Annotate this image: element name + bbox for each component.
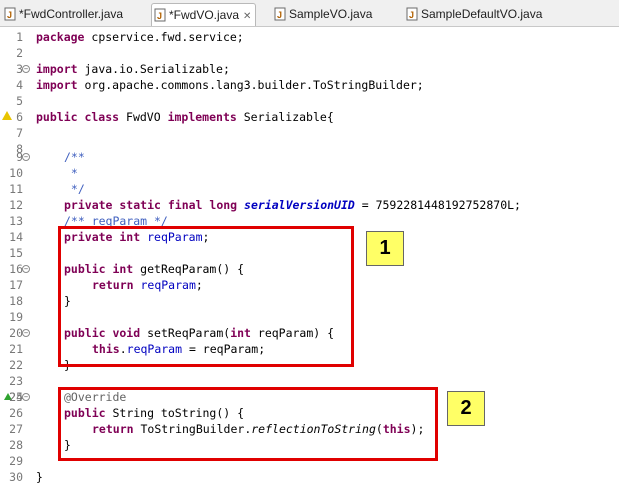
line-number: 5 <box>16 94 23 108</box>
line-number: 28 <box>9 438 23 452</box>
tab-label: *FwdController.java <box>19 7 124 21</box>
keyword: import <box>36 62 78 76</box>
tab-label: SampleVO.java <box>289 7 373 21</box>
line-number: 12 <box>9 198 23 212</box>
line-number: 20 <box>9 326 23 340</box>
tab-label: *FwdVO.java <box>169 8 240 22</box>
line-number: 29 <box>9 454 23 468</box>
fold-toggle-icon[interactable]: − <box>22 65 30 73</box>
code-line: 11 */ <box>0 181 619 197</box>
code-text: = 7592281448192752870L; <box>354 198 521 212</box>
callout-badge-2: 2 <box>447 391 485 426</box>
code-line: 9− /** <box>0 149 619 165</box>
code-line: 7 <box>0 125 619 141</box>
java-file-icon: J <box>274 6 286 21</box>
line-number: 30 <box>9 470 23 484</box>
line-number: 15 <box>9 246 23 260</box>
code-line: 5 <box>0 93 619 109</box>
line-number: 27 <box>9 422 23 436</box>
svg-text:J: J <box>277 10 282 20</box>
line-number: 2 <box>16 46 23 60</box>
tab-sampledefaultvo[interactable]: J SampleDefaultVO.java <box>404 3 542 25</box>
svg-text:J: J <box>409 10 414 20</box>
editor-tab-bar: J *FwdController.java J *FwdVO.java ✕ J S… <box>0 0 619 27</box>
line-number: 9 <box>16 150 23 164</box>
line-number: 22 <box>9 358 23 372</box>
keyword: private static final long <box>64 198 238 212</box>
code-line: 2 <box>0 45 619 61</box>
svg-text:J: J <box>157 11 162 21</box>
callout-badge-1: 1 <box>366 231 404 266</box>
line-number: 21 <box>9 342 23 356</box>
code-line: 4 import org.apache.commons.lang3.builder… <box>0 77 619 93</box>
line-number: 16 <box>9 262 23 276</box>
tab-fwdvo[interactable]: J *FwdVO.java ✕ <box>151 3 257 26</box>
highlight-box-2 <box>58 387 438 461</box>
comment: */ <box>64 182 85 196</box>
code-line: 30} <box>0 469 619 485</box>
code-text: org.apache.commons.lang3.builder.ToStrin… <box>77 78 424 92</box>
line-number: 7 <box>16 126 23 140</box>
comment: /** <box>64 150 85 164</box>
fold-toggle-icon[interactable]: − <box>22 393 30 401</box>
java-file-icon: J <box>154 7 166 22</box>
keyword: implements <box>167 110 237 124</box>
line-number: 14 <box>9 230 23 244</box>
line-number: 13 <box>9 214 23 228</box>
line-number: 3 <box>16 62 23 76</box>
code-text: } <box>36 470 43 484</box>
code-text: FwdVO <box>119 110 168 124</box>
tab-fwdcontroller[interactable]: J *FwdController.java <box>2 3 123 25</box>
fold-toggle-icon[interactable]: − <box>22 329 30 337</box>
line-number: 23 <box>9 374 23 388</box>
code-line: 6 public class FwdVO implements Serializa… <box>0 109 619 125</box>
line-number: 1 <box>16 30 23 44</box>
line-number: 4 <box>16 78 23 92</box>
line-number: 19 <box>9 310 23 324</box>
line-number: 6 <box>16 110 23 124</box>
line-number: 17 <box>9 278 23 292</box>
code-line: 1 package cpservice.fwd.service; <box>0 29 619 45</box>
keyword: package <box>36 30 85 44</box>
java-file-icon: J <box>4 6 16 21</box>
line-number: 18 <box>9 294 23 308</box>
code-line: 3− import java.io.Serializable; <box>0 61 619 77</box>
field-name: serialVersionUID <box>244 198 355 212</box>
fold-toggle-icon[interactable]: − <box>22 265 30 273</box>
keyword: import <box>36 78 78 92</box>
svg-text:J: J <box>7 10 12 20</box>
code-text: cpservice.fwd.service; <box>84 30 244 44</box>
keyword: public class <box>36 110 120 124</box>
code-text: java.io.Serializable; <box>77 62 230 76</box>
tab-samplevo[interactable]: J SampleVO.java <box>272 3 372 25</box>
java-file-icon: J <box>406 6 418 21</box>
line-number: 26 <box>9 406 23 420</box>
code-text: Serializable{ <box>236 110 334 124</box>
line-number: 10 <box>9 166 23 180</box>
tab-label: SampleDefaultVO.java <box>421 7 543 21</box>
line-number: 11 <box>9 182 23 196</box>
comment: * <box>64 166 78 180</box>
close-icon[interactable]: ✕ <box>243 11 251 22</box>
fold-toggle-icon[interactable]: − <box>22 153 30 161</box>
code-line: 10 * <box>0 165 619 181</box>
line-number: 25 <box>9 390 23 404</box>
highlight-box-1 <box>58 226 354 367</box>
code-line: 12 private static final long serialVersio… <box>0 197 619 213</box>
